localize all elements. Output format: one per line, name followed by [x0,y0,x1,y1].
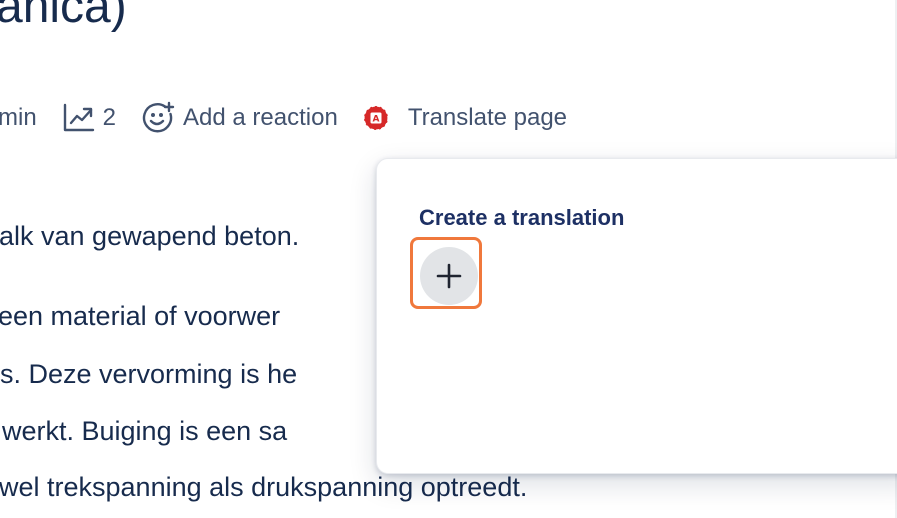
add-translation-button[interactable] [420,247,478,305]
body-line: alk van gewapend beton. [0,221,300,251]
add-translation-highlight [410,237,482,309]
views-count: 2 [102,104,117,131]
translate-globe-icon: A [362,104,408,132]
svg-text:A: A [372,115,379,125]
plus-icon [435,262,463,290]
translate-page-button[interactable]: A Translate page [362,98,567,138]
add-reaction-label: Add a reaction [183,104,338,131]
body-line: een material of voorwer [0,301,281,331]
page-title: anica) [0,0,127,33]
add-reaction-button[interactable]: Add a reaction [141,98,338,138]
create-translation-heading: Create a translation [419,205,625,230]
body-line: wel trekspanning als drukspanning optree… [0,472,528,502]
body-line: werkt. Buiging is een sa [2,416,288,446]
page-meta-bar: min 2 Add a reaction A Translate page [0,98,567,138]
translate-page-label: Translate page [407,104,568,131]
read-time: min [0,104,37,131]
trending-chart-icon [63,103,103,133]
page: anica) min 2 Add a reaction A Translate … [0,0,897,518]
translation-popup: Create a translation [376,158,897,474]
page-views[interactable]: 2 [63,98,116,138]
add-reaction-icon [141,101,183,135]
body-line: s. Deze vervorming is he [0,359,298,389]
